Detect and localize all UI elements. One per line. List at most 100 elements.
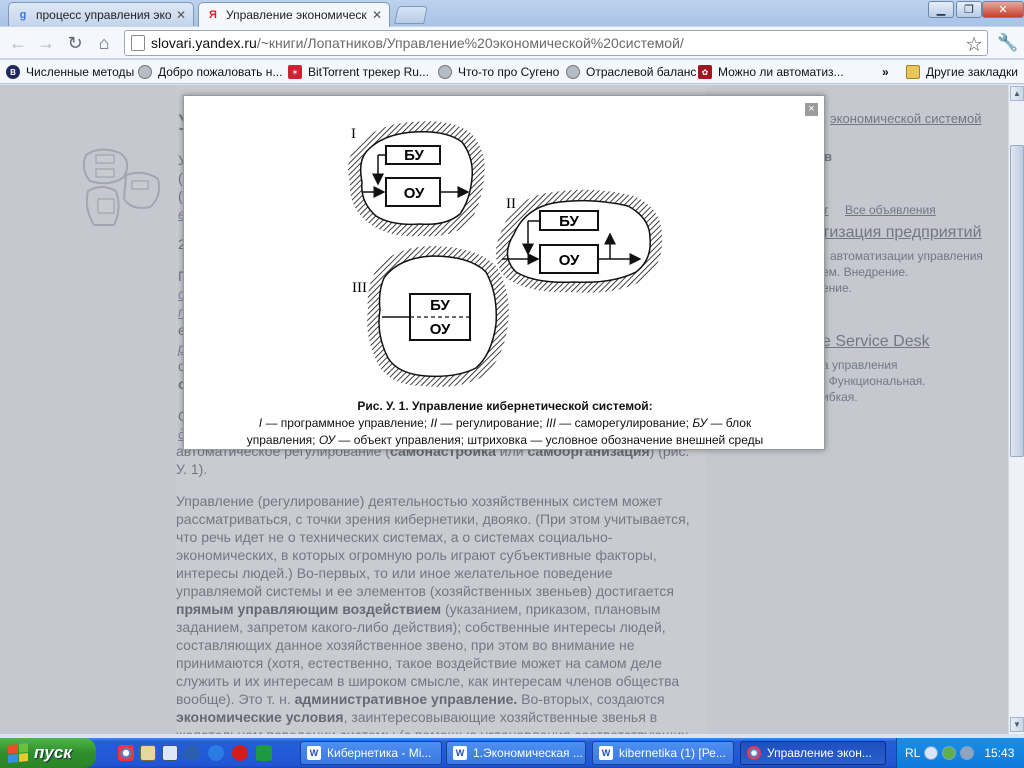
app-quicklaunch-icon[interactable] <box>256 745 272 761</box>
caption-text: — саморегулирование; <box>555 416 693 430</box>
bookmark-label: Другие закладки <box>926 65 1018 79</box>
close-icon[interactable]: ✕ <box>175 8 187 22</box>
caption-text: — регулирование; <box>437 416 546 430</box>
network-icon[interactable] <box>942 746 957 760</box>
image-popup: × БУ ОУ I БУ ОУ II БУ ОУ III Рис. У. 1. … <box>183 95 825 450</box>
task-label: 1.Экономическая ... <box>473 746 583 760</box>
folder-icon <box>906 65 920 79</box>
bookmark-item[interactable]: ✶ BitTorrent трекер Ru... <box>288 63 429 81</box>
windows-taskbar: пуск W Кибернетика - Mi... W 1.Экономиче… <box>0 738 1024 768</box>
label-system-ii: II <box>506 196 516 212</box>
caption-line: управления; ОУ — объект управления; штри… <box>194 432 816 449</box>
url-path: /~книги/Лопатников/Управление%20экономич… <box>256 35 684 51</box>
start-button[interactable]: пуск <box>0 738 96 768</box>
ie-quicklaunch-icon[interactable] <box>208 745 224 761</box>
bookmark-label: Что-то про Сугено <box>458 65 560 79</box>
page-scrollbar[interactable]: ▲ ▼ <box>1008 85 1024 734</box>
forward-arrow-icon[interactable]: → <box>34 31 58 55</box>
desktop-quicklaunch-icon[interactable] <box>140 745 156 761</box>
start-label: пуск <box>34 743 72 762</box>
bookmark-label: BitTorrent трекер Ru... <box>308 65 429 79</box>
yandex-icon: Я <box>209 9 217 21</box>
bookmark-item[interactable]: ✿ Можно ли автоматиз... <box>698 63 844 81</box>
globe-icon <box>438 65 452 79</box>
system-iii-diagram: БУ ОУ III <box>352 246 509 387</box>
close-icon[interactable]: ✕ <box>371 8 383 22</box>
language-indicator[interactable]: RL <box>905 746 920 760</box>
label-bu: БУ <box>430 297 450 314</box>
taskbar-item[interactable]: W Кибернетика - Mi... <box>300 741 442 765</box>
opera-quicklaunch-icon[interactable] <box>232 745 248 761</box>
caption-text: — блок <box>707 416 752 430</box>
home-icon[interactable]: ⌂ <box>92 31 116 55</box>
taskbar-item[interactable]: W kibernetika (1) [Ре... <box>592 741 734 765</box>
wrench-icon[interactable]: 🔧 <box>996 31 1020 55</box>
caption-text: — объект управления; штриховка — условно… <box>335 433 764 447</box>
tab-active[interactable]: Я Управление экономической ✕ <box>198 2 390 27</box>
bookmark-item[interactable]: В Численные методы <box>6 63 134 81</box>
system-i-diagram: БУ ОУ I <box>348 121 485 237</box>
bittorrent-icon: ✶ <box>288 65 302 79</box>
tab-title: Управление экономической <box>226 8 367 22</box>
minimize-button[interactable]: ▁ <box>928 1 954 18</box>
reload-icon[interactable]: ↻ <box>63 31 87 55</box>
taskbar-item[interactable]: W 1.Экономическая ... <box>446 741 586 765</box>
bookmark-label: Численные методы <box>26 65 135 79</box>
chrome-quicklaunch-icon[interactable] <box>118 745 134 761</box>
word-icon: W <box>307 746 321 760</box>
label-ou: ОУ <box>430 321 451 338</box>
system-ii-diagram: БУ ОУ II <box>495 189 663 293</box>
bookmark-item[interactable]: Добро пожаловать н... <box>138 63 282 81</box>
bookmark-icon-dark: В <box>6 65 20 79</box>
task-label: Кибернетика - Mi... <box>327 746 432 760</box>
back-arrow-icon[interactable]: ← <box>6 31 30 55</box>
google-icon: g <box>19 8 27 21</box>
label-bu: БУ <box>559 213 579 230</box>
address-bar[interactable]: slovari.yandex.ru /~книги/Лопатников/Упр… <box>124 30 988 56</box>
bookmark-item[interactable]: Что-то про Сугено <box>438 63 559 81</box>
figure-caption: Рис. У. 1. Управление кибернетической си… <box>194 398 816 449</box>
url-host: slovari.yandex.ru <box>151 35 257 51</box>
task-label: kibernetika (1) [Ре... <box>619 746 726 760</box>
caption-text: управления; <box>246 433 319 447</box>
browser-chrome: g процесс управления эконом ✕ Я Управлен… <box>0 0 1024 84</box>
system-tray: RL 15:43 <box>896 738 1024 768</box>
media-quicklaunch-icon[interactable] <box>184 745 200 761</box>
scroll-up-arrow-icon[interactable]: ▲ <box>1010 86 1024 101</box>
toolbar: ← → ↻ ⌂ slovari.yandex.ru /~книги/Лопатн… <box>0 27 1024 59</box>
caption-term: БУ <box>692 416 708 430</box>
page-icon <box>131 35 145 51</box>
word-icon: W <box>453 746 467 760</box>
explorer-quicklaunch-icon[interactable] <box>162 745 178 761</box>
tray-arrow-icon[interactable] <box>924 746 939 760</box>
task-label: Управление экон... <box>767 746 872 760</box>
tab-strip: g процесс управления эконом ✕ Я Управлен… <box>0 0 1024 27</box>
bookmark-item[interactable]: Отраслевой баланс <box>566 63 696 81</box>
scroll-down-arrow-icon[interactable]: ▼ <box>1010 717 1024 732</box>
label-system-iii: III <box>352 280 367 296</box>
caption-term: ОУ <box>318 433 336 447</box>
volume-icon[interactable] <box>960 746 975 760</box>
caption-title: Рис. У. 1. Управление кибернетической си… <box>357 399 653 413</box>
tab-search[interactable]: g процесс управления эконом ✕ <box>8 2 194 26</box>
bookmark-label: Отраслевой баланс <box>586 65 697 79</box>
caption-term: III <box>545 416 556 430</box>
scrollbar-thumb[interactable] <box>1010 145 1024 457</box>
globe-icon <box>566 65 580 79</box>
windows-logo-icon <box>8 742 28 764</box>
bookmark-star-icon[interactable]: ☆ <box>965 32 983 57</box>
clock: 15:43 <box>984 746 1015 760</box>
label-system-i: I <box>351 126 356 142</box>
window-close-button[interactable]: ✕ <box>982 1 1024 18</box>
bookmarks-overflow-button[interactable]: » <box>882 63 889 81</box>
new-tab-button[interactable] <box>394 6 428 24</box>
red-site-icon: ✿ <box>698 65 712 79</box>
chrome-icon <box>747 746 761 760</box>
taskbar-item-active[interactable]: Управление экон... <box>740 741 886 765</box>
bookmark-label: Добро пожаловать н... <box>158 65 283 79</box>
bookmarks-bar: В Численные методы Добро пожаловать н...… <box>0 60 1024 84</box>
label-ou: ОУ <box>559 252 580 269</box>
maximize-button[interactable]: ❐ <box>956 1 982 18</box>
other-bookmarks-folder[interactable]: Другие закладки <box>906 63 1018 81</box>
cybernetic-system-figure: БУ ОУ I БУ ОУ II БУ ОУ III <box>348 121 663 387</box>
